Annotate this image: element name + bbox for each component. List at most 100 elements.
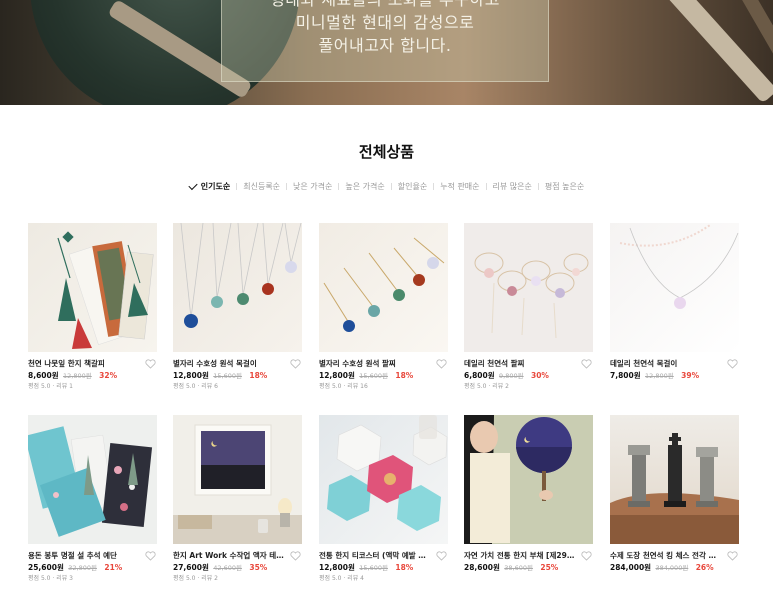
sort-option-reviews[interactable]: 리뷰 많은순 [493,181,532,192]
sort-option-popular[interactable]: 인기도순 [188,180,231,192]
product-image[interactable] [319,415,448,544]
product-original-price: 42,600원 [213,564,242,572]
sort-options-bar: 인기도순 최신등록순 낮은 가격순 높은 가격순 할인율순 누적 판매순 리뷰 … [0,180,773,192]
product-price: 28,600원 [464,563,500,572]
product-image[interactable] [610,415,739,544]
heart-outline-icon[interactable] [290,551,301,561]
hero-text-panel: 형태와 재료들의 조화를 추구하고 미니멀한 현대의 감성으로 풀어내고자 합니… [221,0,549,82]
product-original-price: 15,600원 [359,372,388,380]
product-price: 12,800원 [173,371,209,380]
product-discount-rate: 35% [249,563,268,572]
product-image[interactable] [610,223,739,352]
product-name[interactable]: 데일리 천연석 목걸이 [610,359,722,369]
product-name[interactable]: 데일리 천연석 팔찌 [464,359,576,369]
product-rating-reviews: 평점 5.0 · 리뷰 4 [319,575,364,582]
product-price: 25,600원 [28,563,64,572]
heart-outline-icon[interactable] [145,359,156,369]
product-discount-rate: 32% [99,371,118,380]
checkmark-icon [188,180,198,190]
hero-banner: 형태와 재료들의 조화를 추구하고 미니멀한 현대의 감성으로 풀어내고자 합니… [0,0,773,105]
product-card[interactable]: 한지 Art Work 수작업 액자 테이블 … 27,600원 42,600원… [173,415,302,583]
product-name[interactable]: 한지 Art Work 수작업 액자 테이블 … [173,551,285,561]
product-rating-reviews: 평점 5.0 · 리뷰 3 [28,575,73,582]
sort-option-sales[interactable]: 누적 판매순 [440,181,479,192]
product-image[interactable] [28,223,157,352]
product-original-price: 9,800원 [499,372,524,380]
heart-outline-icon[interactable] [145,551,156,561]
product-image[interactable] [173,223,302,352]
product-name[interactable]: 전통 한지 티코스터 (액막 예발 포… [319,551,431,561]
product-card[interactable]: 전통 한지 티코스터 (액막 예발 포… 12,800원 15,600원 18%… [319,415,448,583]
heart-outline-icon[interactable] [436,359,447,369]
product-card[interactable]: 천연 나뭇잎 한지 책갈피 8,600원 12,800원 32% 평점 5.0 … [28,223,157,391]
product-card[interactable]: 별자리 수호성 원석 목걸이 12,800원 15,600원 18% 평점 5.… [173,223,302,391]
product-original-price: 15,600원 [213,372,242,380]
product-name[interactable]: 별자리 수호성 원석 팔찌 [319,359,431,369]
heart-outline-icon[interactable] [581,551,592,561]
product-price: 12,800원 [319,371,355,380]
product-original-price: 12,800원 [645,372,674,380]
product-original-price: 12,800원 [63,372,92,380]
product-price: 6,800원 [464,371,495,380]
product-name[interactable]: 별자리 수호성 원석 목걸이 [173,359,285,369]
sort-option-discount[interactable]: 할인율순 [398,181,427,192]
product-card[interactable]: 별자리 수호성 원석 팔찌 12,800원 15,600원 18% 평점 5.0… [319,223,448,391]
heart-outline-icon[interactable] [727,359,738,369]
product-original-price: 384,000원 [655,564,689,572]
product-discount-rate: 18% [249,371,268,380]
sort-option-newest[interactable]: 최신등록순 [243,181,280,192]
divider [390,183,392,190]
product-name[interactable]: 천연 나뭇잎 한지 책갈피 [28,359,140,369]
sort-option-label: 인기도순 [200,182,231,191]
product-rating-reviews: 평점 5.0 · 리뷰 2 [464,383,509,390]
product-price: 12,800원 [319,563,355,572]
product-discount-rate: 26% [695,563,714,572]
product-price: 8,600원 [28,371,59,380]
product-rating-reviews: 평점 5.0 · 리뷰 2 [173,575,218,582]
product-image[interactable] [319,223,448,352]
heart-outline-icon[interactable] [727,551,738,561]
product-image[interactable] [28,415,157,544]
product-original-price: 38,600원 [504,564,533,572]
product-name[interactable]: 용돈 봉투 명절 설 추석 예단 [28,551,140,561]
divider [338,183,340,190]
product-price: 7,800원 [610,371,641,380]
product-discount-rate: 18% [395,371,414,380]
divider [485,183,487,190]
product-card[interactable]: 데일리 천연석 팔찌 6,800원 9,800원 30% 평점 5.0 · 리뷰… [464,223,593,391]
product-name[interactable]: 자연 가치 전통 한지 부채 [제29회 … [464,551,576,561]
product-rating-reviews: 평점 5.0 · 리뷰 6 [173,383,218,390]
product-original-price: 15,600원 [359,564,388,572]
product-discount-rate: 25% [540,563,559,572]
product-discount-rate: 21% [104,563,123,572]
divider [286,183,288,190]
heart-outline-icon[interactable] [436,551,447,561]
product-image[interactable] [464,415,593,544]
heart-outline-icon[interactable] [290,359,301,369]
product-discount-rate: 39% [681,371,700,380]
product-card[interactable]: 자연 가치 전통 한지 부채 [제29회 … 28,600원 38,600원 2… [464,415,593,575]
hero-text-line: 형태와 재료들의 조화를 추구하고 [222,0,548,11]
product-image[interactable] [464,223,593,352]
heart-outline-icon[interactable] [581,359,592,369]
product-discount-rate: 18% [395,563,414,572]
sort-option-rating[interactable]: 평점 높은순 [545,181,584,192]
product-discount-rate: 30% [531,371,549,380]
product-rating-reviews: 평점 5.0 · 리뷰 16 [319,383,368,390]
divider [236,183,238,190]
divider [433,183,435,190]
section-title: 전체상품 [358,143,415,161]
product-card[interactable]: 데일리 천연석 목걸이 7,800원 12,800원 39% [610,223,739,383]
sort-option-high-price[interactable]: 높은 가격순 [345,181,384,192]
divider [537,183,539,190]
hero-text-line: 미니멀한 현대의 감성으로 [295,13,475,32]
product-price: 284,000원 [610,563,652,572]
product-rating-reviews: 평점 5.0 · 리뷰 1 [28,383,73,390]
product-original-price: 32,800원 [68,564,97,572]
hero-text-line: 풀어내고자 합니다. [318,36,452,55]
product-name[interactable]: 수제 도장 천연석 킹 체스 전각 고… [610,551,722,561]
product-card[interactable]: 수제 도장 천연석 킹 체스 전각 고… 284,000원 384,000원 2… [610,415,739,575]
product-image[interactable] [173,415,302,544]
sort-option-low-price[interactable]: 낮은 가격순 [293,181,332,192]
product-card[interactable]: 용돈 봉투 명절 설 추석 예단 25,600원 32,800원 21% 평점 … [28,415,157,583]
